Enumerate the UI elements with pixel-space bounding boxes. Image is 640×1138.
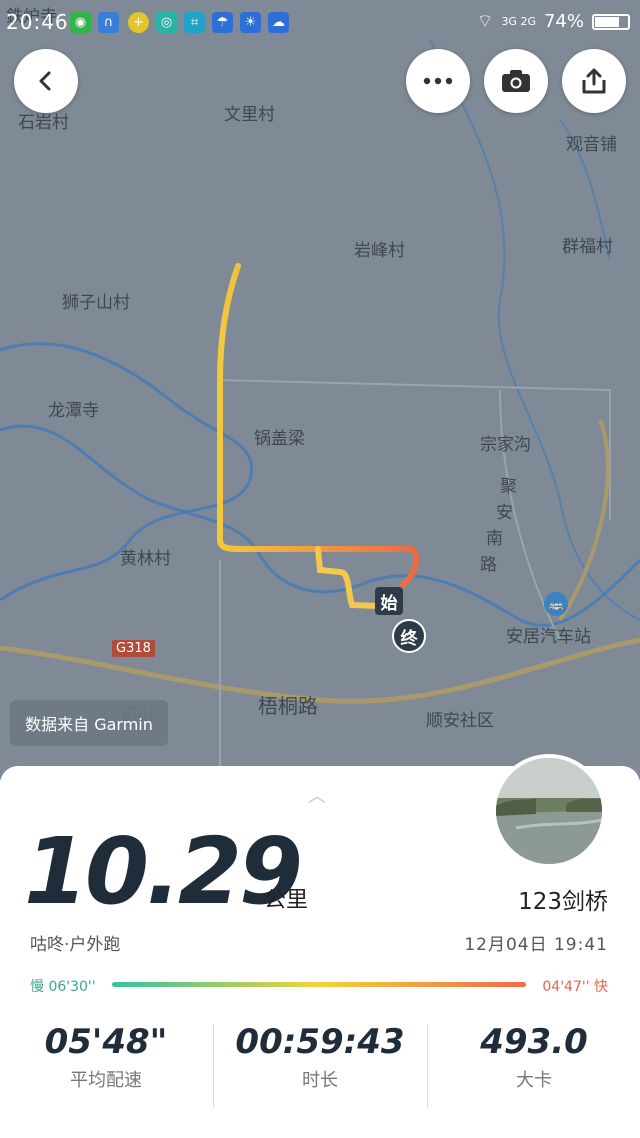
weather-rain-icon: ☂ [212,12,233,33]
more-dots-icon [423,77,453,85]
summary-sheet[interactable]: ︿ 10.29 公里 123剑桥 咕咚·户外跑 12月04日 19:41 慢 0… [0,754,640,1138]
share-icon [582,68,606,94]
map-label: 路 [480,555,497,575]
camera-button[interactable] [484,49,548,113]
map-label: 狮子山村 [62,293,130,313]
data-source-badge: 数据来自 Garmin [10,700,168,746]
status-bar: 20:46 ◉ ∩ + ◎ ⌗ ☂ ☀ ☁ ⌔ 3G 2G 74% [0,0,640,44]
battery-percent: 74% [543,11,584,32]
pace-slow-label: 慢 06'30'' [30,979,96,995]
route-map[interactable]: 鉄炉寺 石岩村 文里村 观音铺 岩峰村 群福村 狮子山村 龙潭寺 锅盖梁 宗家沟… [0,0,640,780]
bus-station-icon: 🚌 [544,592,568,616]
map-canvas [0,39,640,780]
map-label: 黄林村 [120,549,171,569]
pace-gradient-bar [112,982,526,987]
stat-value: 493.0 [480,1022,588,1062]
camera-icon [502,70,530,92]
activity-source: 咕咚·户外跑 [30,935,121,955]
map-label: 顺安社区 [426,711,494,731]
more-button[interactable] [406,49,470,113]
stat-avg-pace: 05'48" 平均配速 [0,1022,212,1092]
stat-label: 平均配速 [70,1070,142,1091]
expand-handle-icon[interactable]: ︿ [308,782,326,808]
location-name[interactable]: 123剑桥 [518,882,608,916]
map-label: 梧桐路 [258,694,318,718]
wifi-icon: ⌔ [476,11,494,32]
map-label: 宗家沟 [480,435,531,455]
activity-datetime: 12月04日 19:41 [464,935,608,955]
stat-value: 00:59:43 [235,1022,405,1062]
stat-value: 05'48" [44,1022,168,1062]
start-marker[interactable]: 始 [375,587,403,615]
map-label: 锅盖梁 [254,429,305,449]
signal-icon: 3G 2G [501,14,536,28]
location-photo[interactable] [492,754,606,868]
battery-fill [595,16,619,27]
share-button[interactable] [562,49,626,113]
plus-icon: + [128,12,149,33]
back-button[interactable] [14,49,78,113]
distance-value: 10.29 [24,818,303,925]
map-label: 文里村 [224,105,275,125]
map-label: 岩峰村 [354,241,405,261]
distance-unit: 公里 [264,888,309,913]
stat-label: 时长 [302,1070,338,1091]
end-marker[interactable]: 终 [392,619,426,653]
compass-icon: ◎ [156,12,177,33]
map-label: 聚 [500,477,517,497]
stat-label: 大卡 [516,1070,552,1091]
highway-shield: G318 [112,640,155,657]
stat-duration: 00:59:43 时长 [214,1022,426,1092]
back-chevron-icon [39,71,51,91]
pace-fast-label: 04'47'' 快 [542,979,608,995]
map-label: 南 [486,529,503,549]
wechat-icon: ◉ [70,12,91,33]
status-time: 20:46 [6,10,69,34]
weather-cloud-icon: ☁ [268,12,289,33]
scan-icon: ⌗ [184,12,205,33]
headset-icon: ∩ [98,12,119,33]
weather-sun-icon: ☀ [240,12,261,33]
river-photo-image [496,758,602,864]
map-label: 观音铺 [566,135,617,155]
battery-icon [592,13,630,30]
map-label: 安 [496,503,513,523]
map-label: 龙潭寺 [48,401,99,421]
map-label: 安居汽车站 [506,627,591,647]
map-label: 群福村 [562,237,613,257]
stat-calories: 493.0 大卡 [428,1022,640,1092]
